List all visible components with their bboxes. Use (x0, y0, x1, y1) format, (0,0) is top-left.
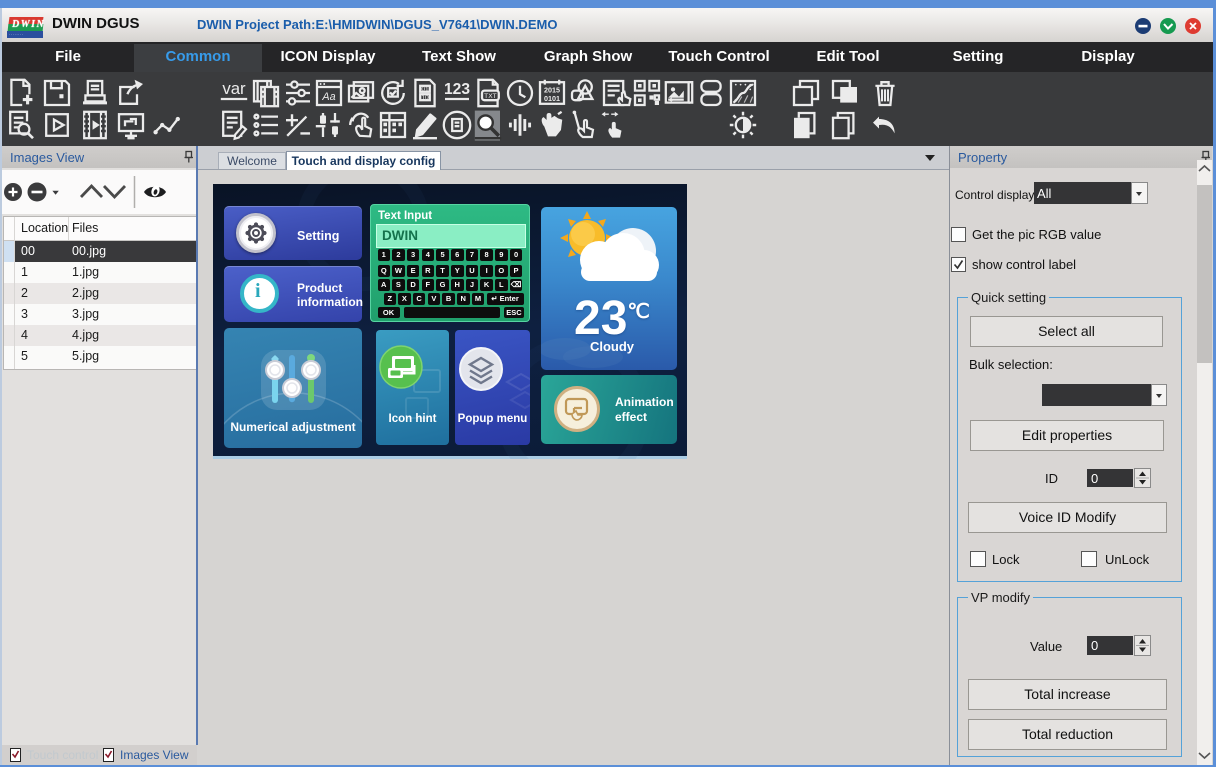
svg-text:01: 01 (421, 86, 429, 93)
svg-text:0101: 0101 (544, 94, 560, 103)
svg-text:10: 10 (421, 95, 429, 102)
svg-text:123: 123 (444, 81, 470, 98)
svg-text:var: var (222, 79, 246, 98)
svg-text:Aa: Aa (321, 91, 335, 103)
svg-text:TXT: TXT (484, 93, 496, 100)
